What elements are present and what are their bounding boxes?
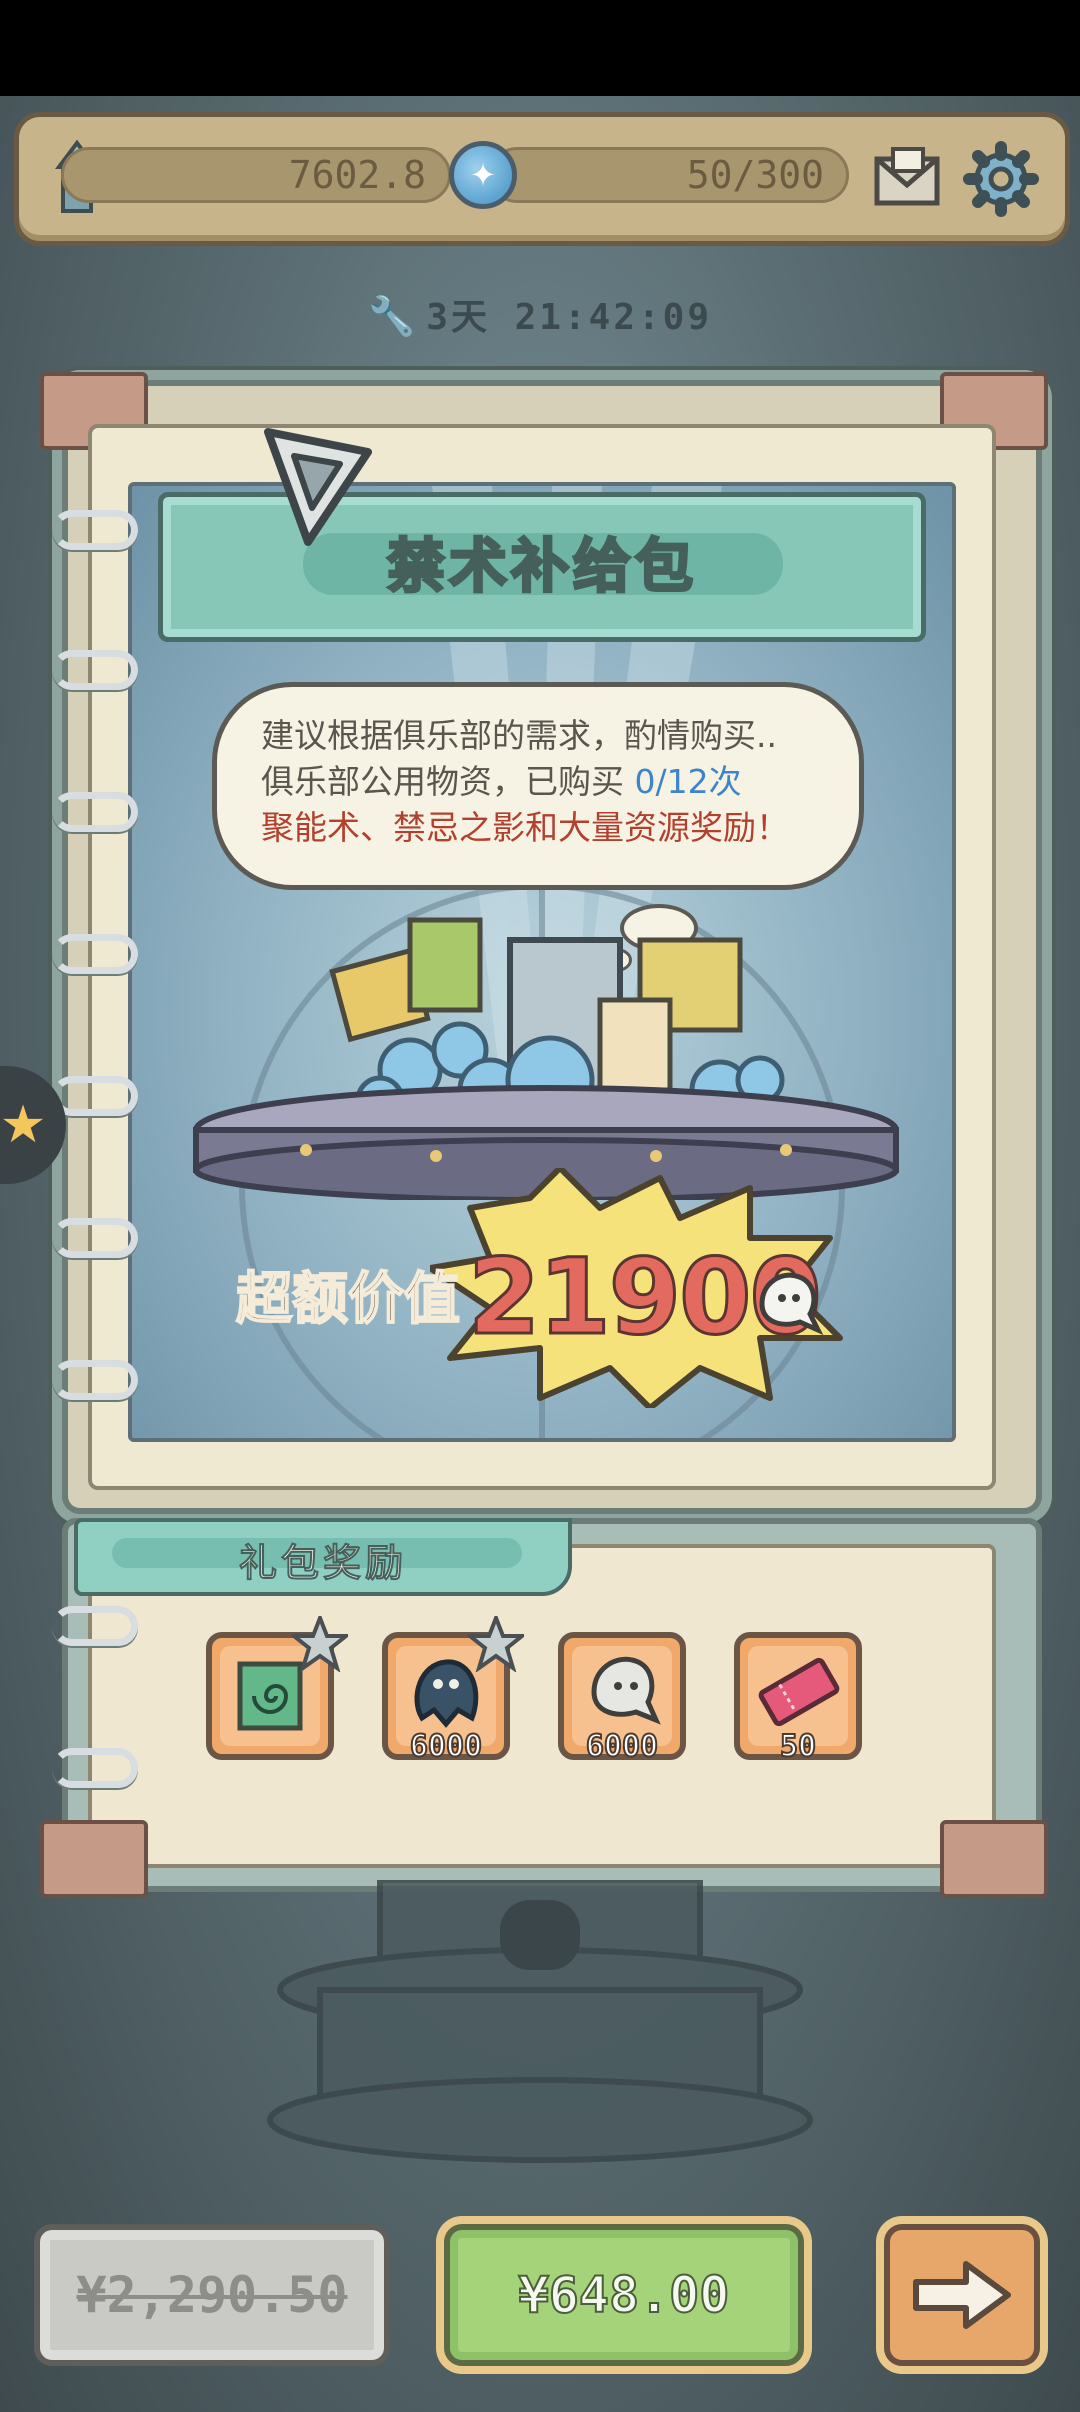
value-label: 超额价值 — [235, 1266, 461, 1333]
rewards-title: 礼包奖励 — [238, 1540, 407, 1586]
reward-item-ticket[interactable]: 50 — [734, 1632, 862, 1765]
reward-item-ghost[interactable]: 6000 — [558, 1632, 686, 1765]
reward-item-shadow[interactable]: 6000 — [382, 1616, 524, 1765]
rewards-tab: 礼包奖励 — [74, 1518, 572, 1596]
triangle-emblem-icon — [264, 428, 372, 546]
ticket-icon — [758, 1657, 840, 1727]
gear-icon[interactable] — [961, 139, 1041, 219]
purchase-count: 0/12次 — [634, 762, 742, 801]
next-button[interactable] — [884, 2224, 1040, 2366]
resource-bar: 7602.8 50/300 ✦ — [14, 112, 1070, 246]
corner-bracket — [40, 1820, 148, 1898]
description-line-2: 俱乐部公用物资，已购买 — [261, 762, 635, 801]
countdown-text: 3天 21:42:09 — [426, 297, 713, 338]
reward-count: 6000 — [585, 1728, 659, 1765]
tower-silhouette — [267, 1880, 813, 2163]
mail-icon[interactable] — [871, 145, 943, 211]
description-line-1: 建议根据俱乐部的需求，酌情购买.. — [261, 716, 777, 755]
reward-count: 6000 — [409, 1728, 483, 1765]
ghost-icon — [591, 1656, 661, 1725]
star-badge-icon — [292, 1616, 348, 1672]
description-bubble: 建议根据俱乐部的需求，酌情购买.. 俱乐部公用物资，已购买 0/12次 聚能术、… — [212, 682, 864, 890]
wrench-icon: 🔧 — [367, 294, 419, 338]
notebook-rings — [52, 500, 152, 1400]
reward-item-scroll[interactable] — [206, 1616, 348, 1760]
star-badge-icon — [468, 1616, 524, 1672]
original-price-button: ¥2,290.50 — [34, 2224, 390, 2366]
notebook-ring — [52, 1606, 138, 1646]
coin-resource-value: 50/300 — [489, 147, 849, 203]
countdown-timer: 🔧 3天 21:42:09 — [0, 288, 1080, 340]
status-bar — [0, 0, 1080, 96]
coin-icon: ✦ — [449, 141, 517, 209]
buy-button[interactable]: ¥648.00 — [444, 2224, 804, 2366]
arrow-right-icon — [913, 2261, 1011, 2329]
notebook-ring — [52, 1748, 138, 1788]
ghost-icon — [759, 1272, 824, 1336]
tower-resource-value: 7602.8 — [61, 147, 451, 203]
corner-bracket — [940, 1820, 1048, 1898]
reward-count: 50 — [779, 1728, 817, 1765]
description-line-3: 聚能术、禁忌之影和大量资源奖励！ — [261, 808, 789, 847]
